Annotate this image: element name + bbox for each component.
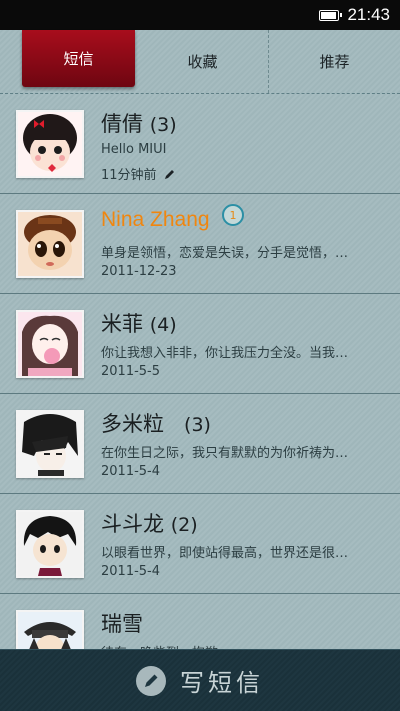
message-date: 2011-5-4 xyxy=(101,464,161,479)
draft-pencil-icon xyxy=(164,170,174,179)
battery-level xyxy=(321,11,337,19)
message-snippet: 以眼看世界，即使站得最高，世界还是很… xyxy=(101,546,349,561)
pencil-bubble-icon xyxy=(136,665,166,696)
avatar xyxy=(16,110,84,178)
conversation-row[interactable]: 米菲 (4) 你让我想入非非，你让我压力全没。当我… 2011-5-5 xyxy=(0,294,400,394)
avatar xyxy=(16,410,84,478)
tab-recommended[interactable]: 推荐 xyxy=(268,30,400,93)
contact-name: Nina Zhang xyxy=(101,208,210,231)
clock: 21:43 xyxy=(347,5,390,24)
contact-name: 瑞雪 xyxy=(101,612,143,636)
message-snippet: Hello MIUI xyxy=(101,142,167,157)
conversation-row[interactable]: 斗斗龙 (2) 以眼看世界，即使站得最高，世界还是很… 2011-5-4 xyxy=(0,494,400,594)
message-snippet: 在你生日之际，我只有默默的为你祈祷为… xyxy=(101,446,349,461)
unread-badge: 1 xyxy=(222,204,244,226)
avatar xyxy=(16,510,84,578)
message-date: 11分钟前 xyxy=(101,164,176,183)
conversation-row[interactable]: 多米粒 (3) 在你生日之际，我只有默默的为你祈祷为… 2011-5-4 xyxy=(0,394,400,494)
contact-name: 斗斗龙 (2) xyxy=(101,512,198,536)
conversation-row[interactable]: 倩倩 (3) Hello MIUI 11分钟前 xyxy=(0,94,400,194)
message-date: 2011-5-4 xyxy=(101,564,161,579)
message-date: 2011-5-5 xyxy=(101,364,161,379)
status-bar: 21:43 xyxy=(0,0,400,30)
message-snippet: 你让我想入非非，你让我压力全没。当我… xyxy=(101,346,349,361)
message-date: 2011-12-23 xyxy=(101,264,177,279)
compose-button[interactable]: 写短信 xyxy=(0,649,400,711)
contact-name: 多米粒 (3) xyxy=(101,412,211,436)
avatar xyxy=(16,310,84,378)
message-snippet: 单身是领悟，恋爱是失误，分手是觉悟，… xyxy=(101,246,349,261)
avatar xyxy=(16,210,84,278)
tab-favorites[interactable]: 收藏 xyxy=(137,30,268,93)
contact-name: 米菲 (4) xyxy=(101,312,177,336)
conversation-list: 倩倩 (3) Hello MIUI 11分钟前 Nina Zhang 1 单身是… xyxy=(0,94,400,694)
conversation-row[interactable]: Nina Zhang 1 单身是领悟，恋爱是失误，分手是觉悟，… 2011-12… xyxy=(0,194,400,294)
tab-bar: 短信 收藏 推荐 xyxy=(0,30,400,94)
contact-name: 倩倩 (3) xyxy=(101,112,177,136)
tab-sms[interactable]: 短信 xyxy=(22,30,135,87)
battery-icon xyxy=(319,9,343,21)
compose-label: 写短信 xyxy=(180,669,264,697)
